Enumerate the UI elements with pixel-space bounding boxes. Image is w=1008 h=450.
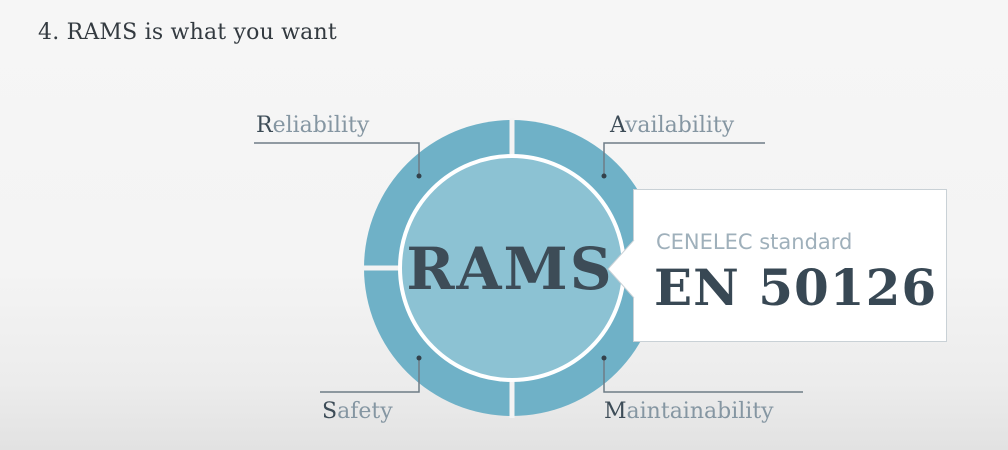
callout-standard: EN 50126	[654, 258, 938, 317]
callout-pointer-shape	[608, 240, 634, 298]
label-availability-rest: vailability	[625, 113, 735, 138]
center-label: RAMS	[406, 235, 613, 303]
label-safety-initial: S	[322, 399, 338, 424]
callout-pointer	[607, 240, 635, 298]
leader-maintainability	[603, 358, 803, 393]
leader-dot-maintainability	[601, 355, 607, 361]
standard-callout: CENELEC standard EN 50126	[633, 189, 947, 342]
label-maintainability-initial: M	[604, 399, 627, 424]
leader-dot-safety	[416, 355, 422, 361]
leader-dot-availability	[601, 173, 607, 179]
label-safety-rest: afety	[337, 399, 393, 424]
leader-reliability	[254, 142, 420, 176]
label-safety: Safety	[322, 401, 393, 423]
label-availability: Availability	[610, 115, 734, 137]
callout-subtitle: CENELEC standard	[656, 230, 853, 254]
label-reliability-initial: R	[256, 113, 273, 138]
label-reliability-rest: eliability	[272, 113, 370, 138]
label-maintainability: Maintainability	[604, 401, 774, 423]
label-reliability: Reliability	[256, 115, 369, 137]
label-maintainability-rest: aintainability	[626, 399, 774, 424]
label-availability-initial: A	[610, 113, 625, 138]
leader-availability	[603, 142, 765, 176]
leader-dot-reliability	[416, 173, 422, 179]
